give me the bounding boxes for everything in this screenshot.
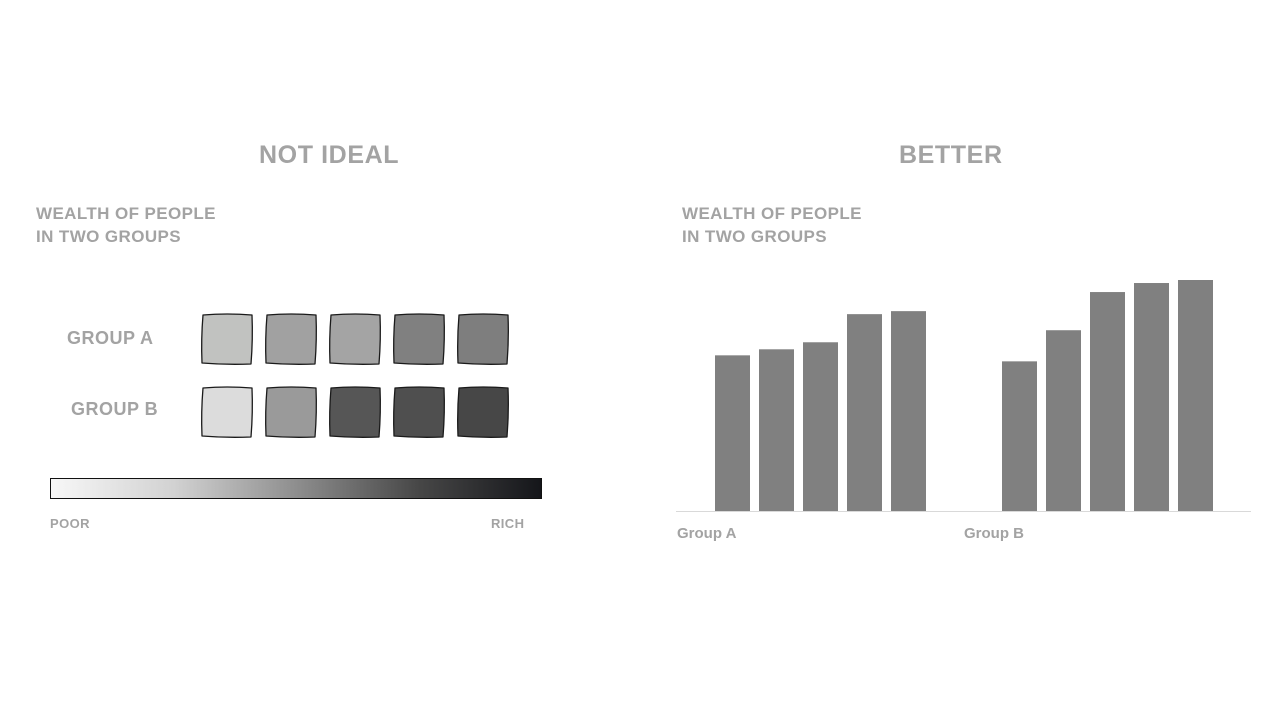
group-b-bar-2: [1046, 330, 1081, 511]
wealth-bar-chart: Group A Group B: [676, 280, 1251, 542]
group-b-bar-5: [1178, 280, 1213, 511]
group-a-bar-1: [715, 355, 750, 511]
group-b-bar-3: [1090, 292, 1125, 511]
group-a-bar-4: [847, 314, 882, 511]
group-b-bar-4: [1134, 283, 1169, 511]
category-label-group-b: Group B: [964, 525, 1024, 542]
group-a-bar-5: [891, 311, 926, 511]
group-b-bar-1: [1002, 361, 1037, 511]
group-a-bar-2: [759, 349, 794, 511]
category-label-group-a: Group A: [677, 525, 737, 542]
group-a-bar-3: [803, 342, 838, 511]
